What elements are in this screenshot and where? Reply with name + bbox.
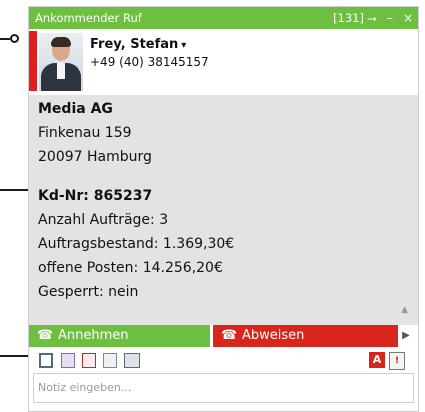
screen-icon[interactable] (124, 353, 140, 368)
callout-line-top (0, 38, 10, 40)
chevron-right-icon[interactable]: ▶ (398, 325, 414, 347)
reject-label: Abweisen (242, 328, 305, 343)
incoming-call-window: Ankommender Ruf [131] ⭢ – × Frey, Stefan… (28, 6, 419, 412)
chevron-down-icon: ▾ (181, 40, 187, 51)
avatar (39, 33, 83, 91)
caller-name-dropdown[interactable]: Frey, Stefan ▾ (90, 37, 186, 52)
company-name: Media AG (38, 101, 113, 117)
open-items: offene Posten: 14.256,20€ (38, 260, 223, 276)
city: 20097 Hamburg (38, 149, 152, 165)
call-actions: ☎ Annehmen ☎ Abweisen ▶ (29, 325, 418, 347)
scroll-up-icon[interactable]: ▲ (401, 305, 408, 315)
caller-accent-bar (29, 31, 37, 91)
phone-hangup-icon: ☎ (221, 328, 238, 343)
caller-name: Frey, Stefan (90, 37, 179, 52)
order-volume: Auftragsbestand: 1.369,30€ (38, 236, 235, 252)
blocked-status: Gesperrt: nein (38, 284, 139, 300)
document-alert-icon[interactable]: ! (389, 352, 405, 370)
title-bar: Ankommender Ruf [131] ⭢ – × (29, 7, 418, 29)
accept-label: Annehmen (58, 328, 129, 343)
pdf-icon[interactable] (82, 353, 96, 368)
pin-icon[interactable]: ⭢ (364, 9, 380, 27)
callout-dot-top (10, 34, 19, 43)
contact-card-icon[interactable] (39, 353, 53, 368)
action-toolbar: A ! (29, 349, 418, 373)
caller-header: Frey, Stefan ▾ +49 (40) 38145157 (29, 29, 418, 95)
accept-button[interactable]: ☎ Annehmen (29, 325, 210, 347)
close-icon[interactable]: × (400, 9, 416, 27)
call-counter: [131] (333, 11, 364, 25)
street: Finkenau 159 (38, 125, 132, 141)
text-format-icon[interactable]: A (369, 352, 385, 368)
note-input[interactable]: Notiz eingeben... (33, 373, 414, 403)
customer-info-panel: Media AG Finkenau 159 20097 Hamburg Kd-N… (29, 95, 418, 325)
phone-icon: ☎ (37, 328, 54, 343)
caller-phone: +49 (40) 38145157 (90, 55, 209, 69)
reject-button[interactable]: ☎ Abweisen (213, 325, 398, 347)
order-count: Anzahl Aufträge: 3 (38, 212, 169, 228)
window-title: Ankommender Ruf (35, 11, 142, 25)
calendar-icon[interactable] (61, 353, 75, 368)
customer-number: Kd-Nr: 865237 (38, 188, 153, 204)
minimize-icon[interactable]: – (382, 9, 398, 27)
documents-icon[interactable] (103, 353, 117, 368)
